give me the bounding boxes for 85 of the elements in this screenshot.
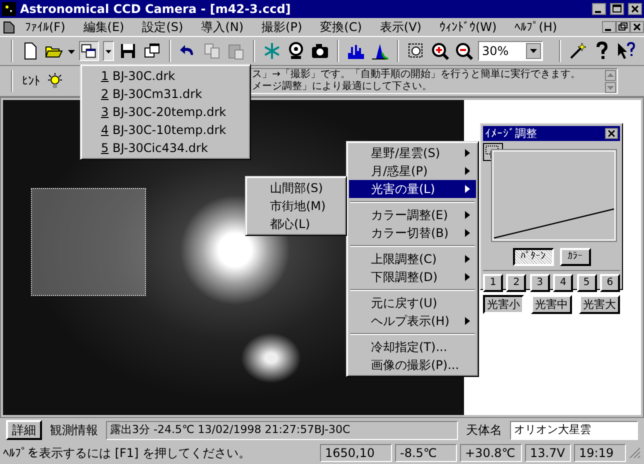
preset-button[interactable]: 1 [483, 274, 503, 292]
windows-icon[interactable] [79, 41, 99, 61]
minimize-icon[interactable] [592, 3, 606, 15]
doc-icon[interactable] [2, 20, 16, 34]
menu-item[interactable]: ﾍﾙﾌﾟ(H) [506, 20, 566, 34]
maximize-icon[interactable] [610, 3, 624, 15]
menu-item[interactable]: カラー調整(E) [349, 206, 476, 224]
zoom-out-icon[interactable] [454, 41, 474, 61]
submenu-arrow-icon [465, 229, 470, 237]
menu-item[interactable]: 4 BJ-30C-10temp.drk [83, 121, 248, 139]
light-pollution-button[interactable]: 光害小 [483, 295, 524, 314]
restore-icon[interactable] [616, 21, 630, 33]
menu-item[interactable]: 月/惑星(P) [349, 162, 476, 180]
status-panel: 1650,10 [320, 444, 392, 462]
menu-item[interactable]: ﾌｧｲﾙ(F) [16, 20, 74, 34]
preset-button[interactable]: 6 [600, 274, 620, 292]
menu-item[interactable]: 元に戻す(U) [349, 294, 476, 312]
menu-item[interactable]: 5 BJ-30Cic434.drk [83, 139, 248, 157]
menu-item[interactable]: 都心(L) [248, 215, 344, 233]
menu-item[interactable]: 変換(C) [311, 20, 371, 34]
menu-item[interactable]: 市街地(M) [248, 197, 344, 215]
submenu-arrow-icon [465, 211, 470, 219]
menu-item[interactable]: カラー切替(B) [349, 224, 476, 242]
menu-item[interactable]: 編集(E) [74, 20, 134, 34]
menu-item[interactable]: 上限調整(C) [349, 250, 476, 268]
preset-button[interactable]: 5 [576, 274, 597, 292]
preset-button[interactable]: 2 [506, 274, 526, 292]
status-panel: -8.5℃ [395, 444, 457, 462]
window-title: ｲﾒｰｼﾞ調整 [485, 126, 538, 140]
tab[interactable]: ｶﾗｰ [560, 248, 590, 266]
app-icon [2, 2, 16, 16]
submenu-arrow-icon [465, 167, 470, 175]
light-pollution-button[interactable]: 光害中 [531, 295, 572, 314]
zoom-combo[interactable]: 30% [478, 41, 543, 61]
menu-item[interactable]: 設定(S) [133, 20, 192, 34]
menu-item[interactable]: 導入(N) [192, 20, 253, 34]
submenu-arrow-icon [465, 149, 470, 157]
wand-icon[interactable] [568, 41, 588, 61]
submenu-arrow-icon [465, 185, 470, 193]
webcam-icon[interactable] [286, 41, 306, 61]
menu-item[interactable]: 光害の量(L) [349, 180, 476, 198]
minimize-icon[interactable] [602, 21, 616, 33]
submenu-arrow-icon [465, 255, 470, 263]
menu-item[interactable]: 2 BJ-30Cm31.drk [83, 85, 248, 103]
status-panel: 13.7V [525, 444, 571, 462]
menu-item[interactable]: 星野/星雲(S) [349, 144, 476, 162]
save-icon[interactable] [118, 41, 138, 61]
tab[interactable]: ﾊﾟﾀｰﾝ [512, 248, 554, 266]
menu-item[interactable]: 山間部(S) [248, 179, 344, 197]
camera-icon[interactable] [310, 41, 330, 61]
hint-text: ス」→「撮影」です。「自動手順の開始」を行うと簡単に実行できます。 メージ調整」により最適にして下さい。 [252, 69, 580, 93]
window-title: Astronomical CCD Camera - [m42-3.ccd] [20, 2, 292, 16]
details-button[interactable]: 詳細 [6, 420, 42, 440]
close-icon[interactable] [628, 3, 642, 15]
menu-item[interactable]: 3 BJ-30C-20temp.drk [83, 103, 248, 121]
menu-item[interactable]: 下限調整(D) [349, 268, 476, 286]
caret-icon[interactable] [103, 41, 114, 61]
close-icon[interactable] [605, 128, 618, 139]
menu-item[interactable]: 表示(V) [370, 20, 430, 34]
status-panel: 19:19 [574, 444, 626, 462]
combo-value: 30% [482, 44, 509, 58]
menu-item[interactable]: 冷却指定(T)... [349, 338, 476, 356]
resize-grip-icon [629, 447, 641, 459]
menu-item[interactable]: 1 BJ-30C.drk [83, 67, 248, 85]
hint-label: ﾋﾝﾄ [22, 74, 40, 88]
light-pollution-button[interactable]: 光害大 [579, 295, 620, 314]
preset-button[interactable]: 4 [553, 274, 574, 292]
close-icon[interactable] [630, 21, 644, 33]
lightbulb-icon [46, 72, 64, 90]
menu-item[interactable]: ヘルプ表示(H) [349, 312, 476, 330]
menu-item[interactable]: 画像の撮影(P)... [349, 356, 476, 374]
submenu-arrow-icon [465, 317, 470, 325]
object-field[interactable]: オリオン大星雲 [510, 420, 638, 440]
menu-item[interactable]: 撮影(P) [252, 20, 312, 34]
object-label: 天体名 [466, 422, 502, 438]
dropdown-arrow-icon[interactable] [526, 43, 541, 59]
status-panel: +30.8℃ [460, 444, 522, 462]
preset-button[interactable]: 3 [530, 274, 550, 292]
zoom-in-icon[interactable] [430, 41, 450, 61]
info-label: 観測情報 [50, 422, 98, 438]
context-help-icon[interactable] [616, 41, 636, 61]
submenu-arrow-icon [465, 273, 470, 281]
info-field: 露出3分 -24.5℃ 13/02/1998 21:27:57BJ-30C [106, 420, 458, 440]
status-text: ﾍﾙﾌﾟを表示するには [F1] を押してください。 [3, 446, 252, 460]
menu-item[interactable]: ｳｨﾝﾄﾞｳ(W) [430, 20, 506, 34]
